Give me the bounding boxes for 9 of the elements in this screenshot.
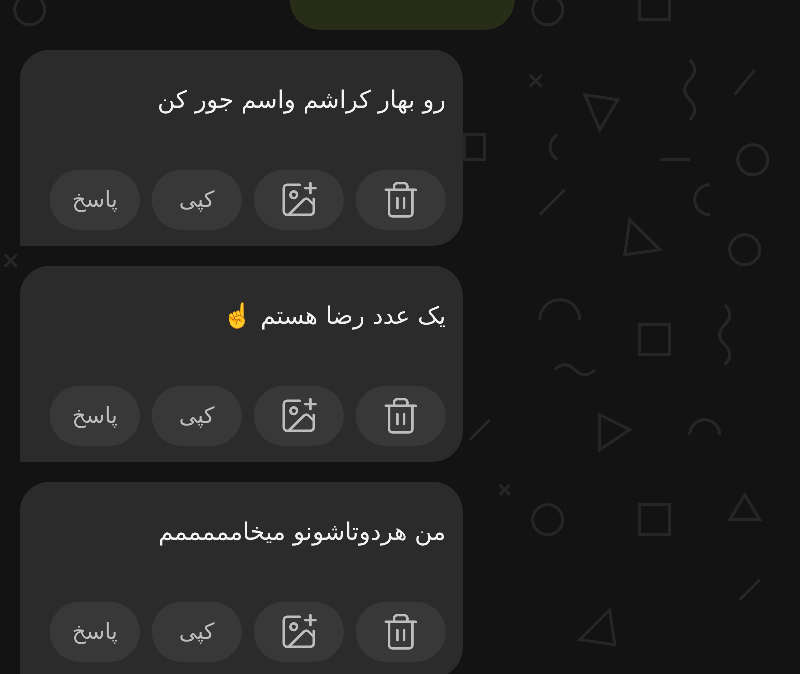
action-button[interactable]: کپی bbox=[152, 170, 242, 230]
message-text: رو بهار کراشم واسم جور کن bbox=[156, 85, 446, 116]
action-button[interactable]: پاسخ bbox=[50, 386, 140, 446]
action-button[interactable]: کپی bbox=[152, 602, 242, 662]
action-button[interactable]: پاسخ bbox=[50, 170, 140, 230]
message-text: من هردوتاشونو میخامممممم bbox=[158, 517, 446, 548]
message-text: یک عدد رضا هستم ☝ bbox=[222, 301, 446, 332]
action-button[interactable]: پاسخ bbox=[50, 602, 140, 662]
action-button[interactable]: کپی bbox=[152, 386, 242, 446]
